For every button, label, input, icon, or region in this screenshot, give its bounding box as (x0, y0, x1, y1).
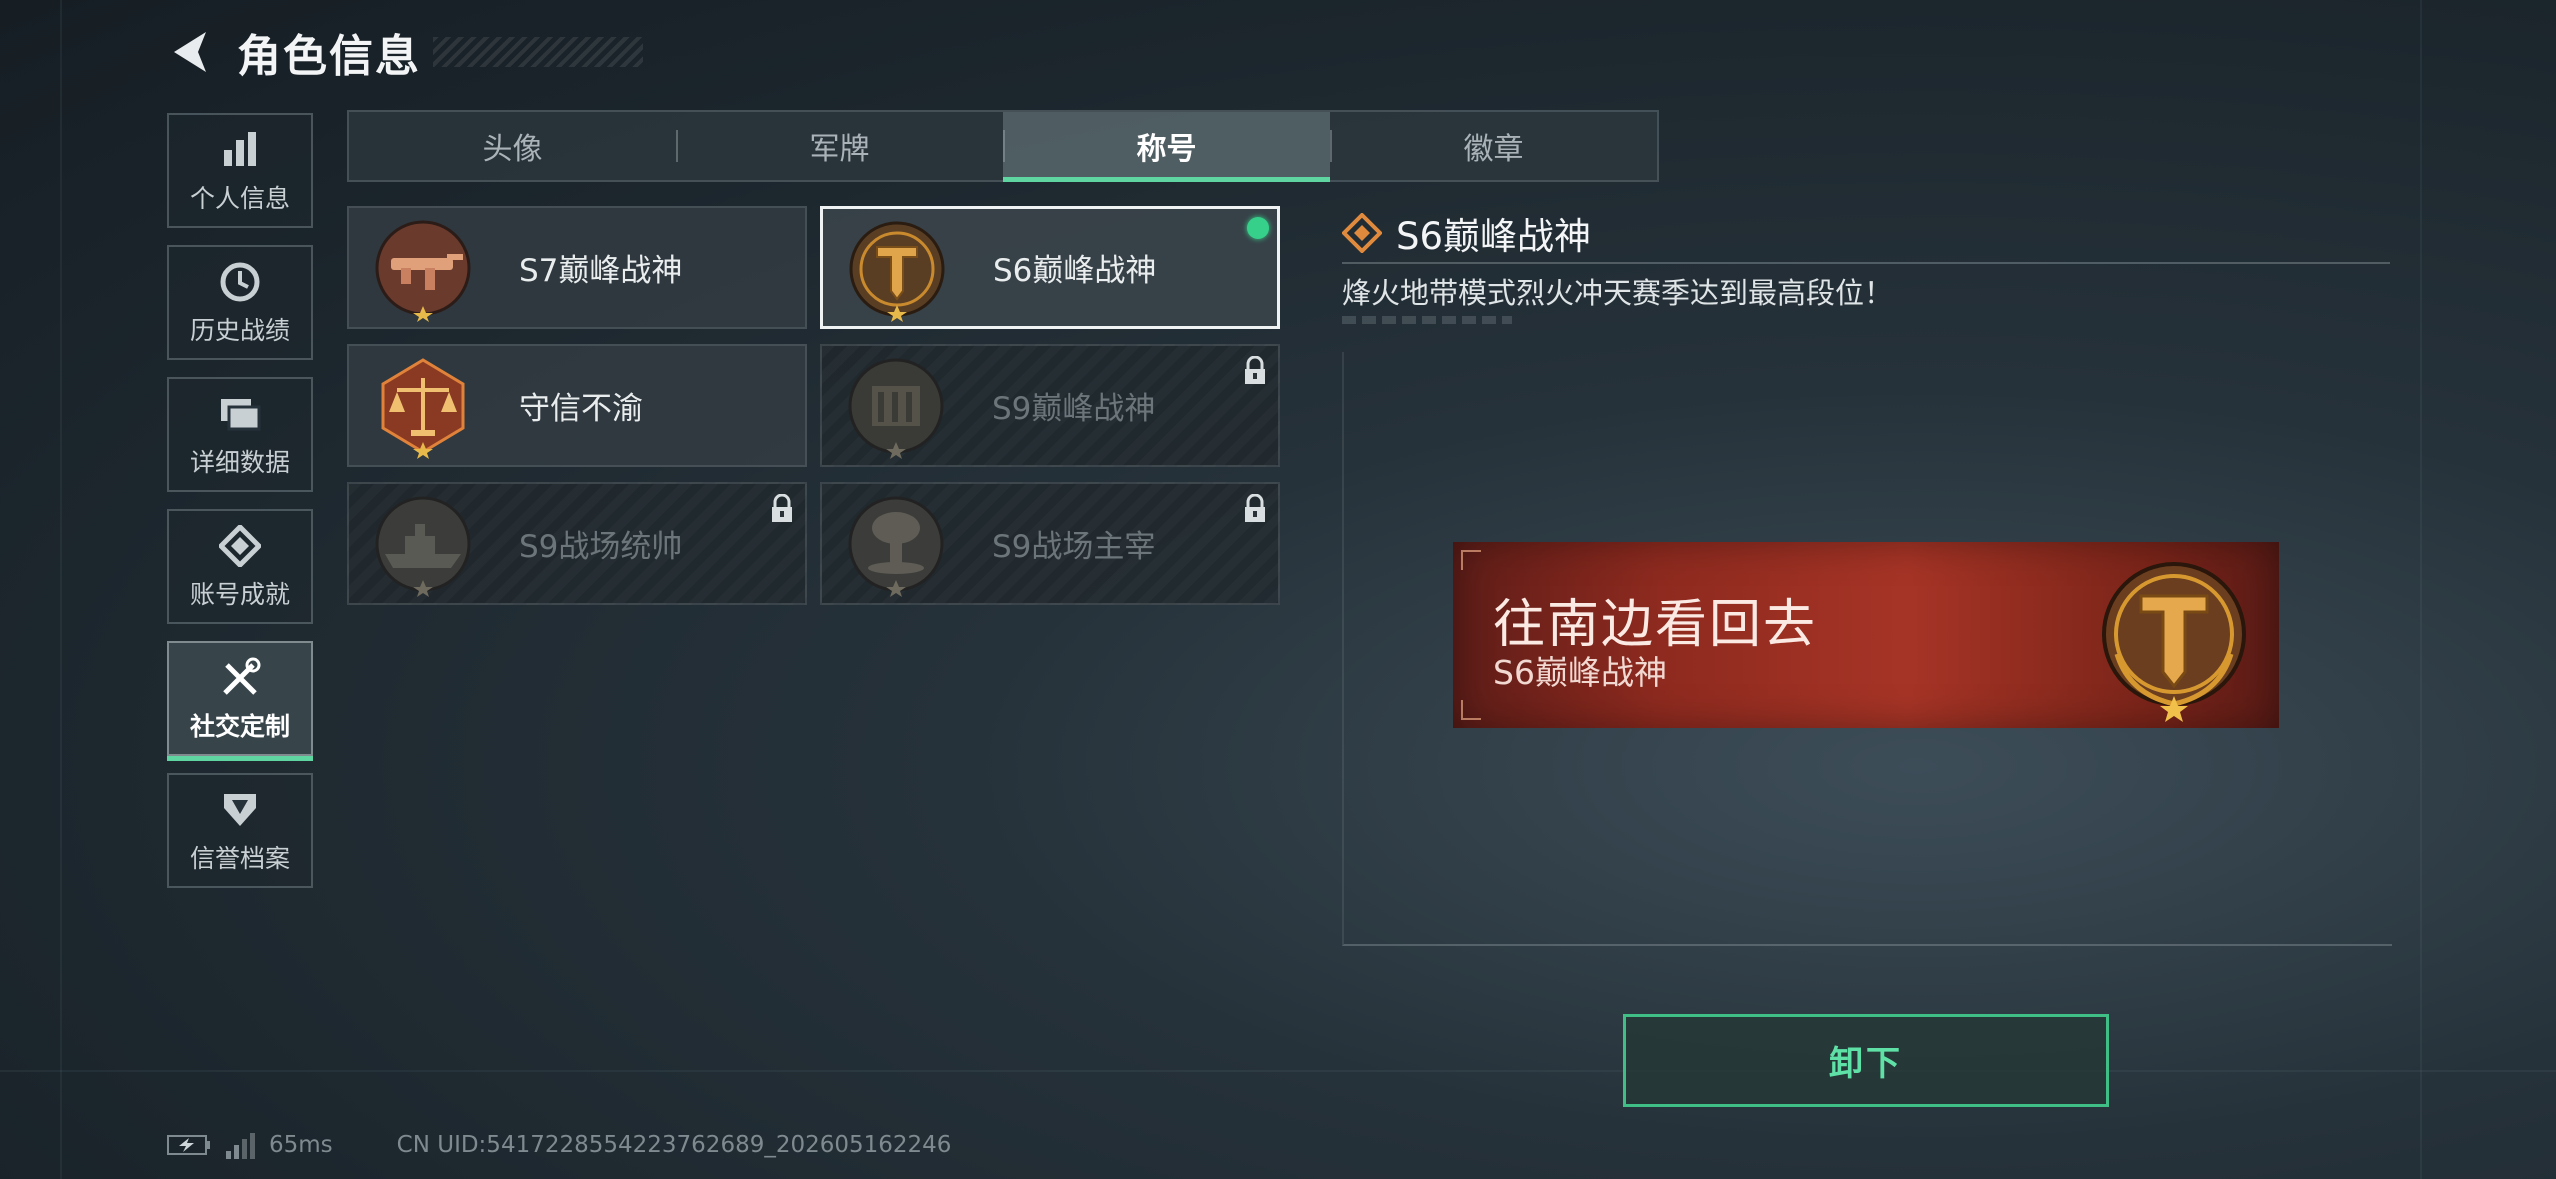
page-header: 角色信息 (165, 22, 643, 82)
back-arrow-icon (174, 32, 206, 72)
title-card-label: S7巅峰战神 (519, 253, 683, 289)
nav-label: 详细数据 (189, 447, 290, 477)
nav-label: 历史战绩 (189, 315, 290, 345)
title-card[interactable]: S9战场主宰 (820, 482, 1280, 605)
banner-corner (1461, 550, 1481, 570)
battery-charging-icon (167, 1135, 210, 1155)
banner-corner (1461, 700, 1481, 720)
nav-label: 个人信息 (189, 183, 290, 213)
credit-shield-icon (217, 787, 263, 833)
lock-icon (1245, 494, 1265, 522)
nav-item-achievements[interactable]: 账号成就 (167, 509, 313, 624)
title-banner-preview: 往南边看回去 S6巅峰战神 (1453, 542, 2279, 728)
nav-label: 社交定制 (189, 711, 290, 741)
tab-badge[interactable]: 徽章 (1330, 112, 1657, 180)
detail-title: S6巅峰战神 (1396, 215, 1592, 258)
nav-label: 账号成就 (189, 579, 290, 609)
detail-header: S6巅峰战神 (1342, 206, 1591, 260)
title-card-label: S9战场主宰 (992, 529, 1156, 565)
lock-icon (1245, 356, 1265, 384)
detail-description: 烽火地带模式烈火冲天赛季达到最高段位！ (1342, 276, 1894, 310)
tab-avatar[interactable]: 头像 (349, 112, 676, 180)
banner-title: S6巅峰战神 (1493, 653, 1667, 692)
clock-icon (217, 259, 263, 305)
page-title: 角色信息 (237, 31, 421, 82)
mushroom-cloud-emblem-icon (848, 496, 944, 597)
nav-item-social-custom[interactable]: 社交定制 (167, 641, 313, 761)
title-card-label: S9战场统帅 (519, 529, 683, 565)
nav-item-credit[interactable]: 信誉档案 (167, 773, 313, 888)
tab-title[interactable]: 称号 (1003, 112, 1330, 182)
diamond-icon (1342, 213, 1382, 253)
ruins-emblem-icon (848, 358, 944, 459)
user-uid: CN UID:5417228554223762689_202605162246 (396, 1132, 952, 1158)
title-decoration (433, 37, 643, 67)
unequip-button-label: 卸下 (1829, 1044, 1903, 1084)
lock-icon (772, 494, 792, 522)
status-bar: 65ms CN UID:5417228554223762689_20260516… (167, 1128, 951, 1162)
nav-item-details[interactable]: 详细数据 (167, 377, 313, 492)
title-card[interactable]: S9战场统帅 (347, 482, 807, 605)
rifle-emblem-icon (375, 220, 471, 322)
signal-icon (226, 1133, 255, 1159)
title-card[interactable]: S7巅峰战神 (347, 206, 807, 329)
title-card[interactable]: S6巅峰战神 (820, 206, 1280, 329)
nav-item-profile[interactable]: 个人信息 (167, 113, 313, 228)
achievement-icon (217, 523, 263, 569)
scales-emblem-icon (381, 358, 465, 459)
title-card[interactable]: 守信不渝 (347, 344, 807, 467)
side-nav: 个人信息 历史战绩 详细数据 账号成就 社交定制 信誉档案 (167, 113, 315, 905)
back-button[interactable] (165, 27, 215, 77)
title-card-label: 守信不渝 (519, 391, 643, 427)
equipped-indicator (1247, 217, 1269, 239)
t-shield-emblem-icon (2102, 562, 2246, 722)
title-card[interactable]: S9巅峰战神 (820, 344, 1280, 467)
folder-icon (217, 391, 263, 437)
faint-text-decoration (1342, 316, 1512, 324)
unequip-button[interactable]: 卸下 (1623, 1014, 2109, 1107)
title-card-label: S9巅峰战神 (992, 391, 1156, 427)
title-card-label: S6巅峰战神 (993, 253, 1157, 289)
tab-dog-tag[interactable]: 军牌 (676, 112, 1003, 180)
bar-chart-icon (217, 127, 263, 173)
nav-item-history[interactable]: 历史战绩 (167, 245, 313, 360)
ping-value: 65ms (269, 1132, 333, 1158)
divider (1342, 262, 2390, 264)
bg-grid-line (0, 1070, 2556, 1072)
tab-bar: 头像 军牌 称号 徽章 (347, 110, 1659, 182)
tools-icon (217, 655, 263, 701)
bg-grid-line (60, 0, 62, 1179)
t-shield-emblem-icon (849, 221, 945, 322)
bg-grid-line (2420, 0, 2422, 1179)
warship-emblem-icon (375, 496, 471, 597)
nav-label: 信誉档案 (189, 843, 290, 873)
